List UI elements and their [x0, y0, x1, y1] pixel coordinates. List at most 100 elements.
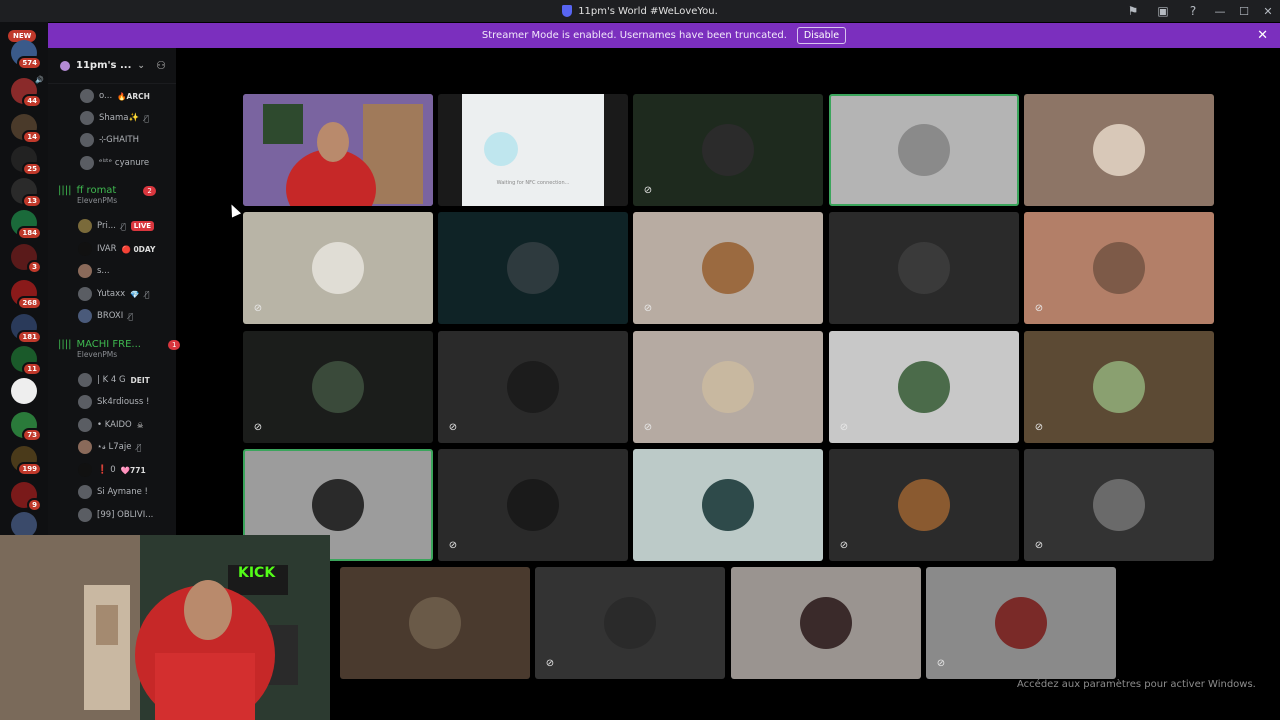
- server-icon[interactable]: 268: [11, 280, 42, 310]
- voice-member[interactable]: Yutaxx 💎 🎙̸: [78, 285, 149, 303]
- participant-tile[interactable]: [438, 212, 628, 324]
- server-icon[interactable]: 9: [11, 482, 42, 512]
- avatar: [78, 508, 92, 522]
- voice-member[interactable]: | K 4 G DEIT: [78, 371, 150, 389]
- server-icon[interactable]: 25: [11, 146, 42, 176]
- help-icon[interactable]: ?: [1178, 4, 1208, 18]
- server-icon[interactable]: 574: [11, 40, 42, 70]
- avatar: [78, 440, 92, 454]
- server-icon[interactable]: 199: [11, 446, 42, 476]
- participant-avatar: [312, 242, 364, 294]
- close-button[interactable]: ✕: [1256, 5, 1280, 18]
- participant-tile[interactable]: ⊘: [243, 212, 433, 324]
- server-name: 11pm's ...: [76, 60, 132, 71]
- voice-member[interactable]: ᵉˡᶦᵗᵉ cyanure: [80, 154, 149, 172]
- avatar: [78, 463, 92, 477]
- voice-member[interactable]: o... 🔥ARCH: [80, 87, 150, 105]
- voice-member[interactable]: s...: [78, 262, 110, 280]
- avatar: [78, 242, 92, 256]
- voice-member[interactable]: Shama✨ 🎙̸: [80, 109, 149, 127]
- participant-tile[interactable]: ⊘: [243, 331, 433, 443]
- voice-member[interactable]: ⊹GHAITH: [80, 131, 139, 149]
- voice-member[interactable]: • KAIDO ☠: [78, 416, 143, 434]
- participant-tile[interactable]: Waiting for NFC connection...: [438, 94, 628, 206]
- mic-muted-icon: ⊘: [545, 658, 555, 669]
- voice-member[interactable]: BROXI 🎙̸: [78, 307, 133, 325]
- mic-muted-icon: ⊘: [936, 658, 946, 669]
- participant-tile[interactable]: ⊘: [926, 567, 1116, 679]
- server-badge: 13: [22, 194, 42, 208]
- server-icon[interactable]: 3: [11, 244, 42, 274]
- voice-channel-name: MACHI FRE...: [76, 339, 141, 350]
- flag-icon[interactable]: ⚑: [1118, 4, 1148, 18]
- voice-channel[interactable]: |||| MACHI FRE... 1 ElevenPMs: [58, 339, 181, 359]
- server-badge: 73: [22, 428, 42, 442]
- participant-tile[interactable]: [633, 449, 823, 561]
- server-icon[interactable]: [11, 378, 37, 404]
- loading-icon: [484, 132, 518, 166]
- member-tag: 💎: [130, 289, 140, 299]
- participant-tile[interactable]: [829, 94, 1019, 206]
- participant-tile[interactable]: ⊘: [438, 331, 628, 443]
- participant-tile[interactable]: [829, 212, 1019, 324]
- add-member-icon[interactable]: ⚇: [156, 59, 166, 72]
- maximize-button[interactable]: ☐: [1232, 5, 1256, 18]
- participant-tile[interactable]: ⊘: [1024, 449, 1214, 561]
- participant-tile[interactable]: ⊘: [829, 449, 1019, 561]
- participant-avatar: [1093, 361, 1145, 413]
- voice-member[interactable]: [99] OBLIVI...: [78, 506, 153, 524]
- participant-tile[interactable]: [731, 567, 921, 679]
- voice-member[interactable]: ❗ 0 🩷771: [78, 461, 146, 479]
- server-icon[interactable]: 13: [11, 178, 42, 208]
- voice-member[interactable]: Sk4rdiouss !: [78, 393, 149, 411]
- server-icon[interactable]: 181: [11, 314, 42, 344]
- member-name: [99] OBLIVI...: [97, 510, 154, 520]
- participant-avatar: [1093, 479, 1145, 531]
- mic-muted-icon: ⊘: [253, 303, 263, 314]
- server-header[interactable]: 11pm's ... ⌄ ⚇: [48, 48, 176, 84]
- mic-muted-icon: 🎙̸: [144, 113, 149, 123]
- voice-member[interactable]: IVAR 🔴 0DAY: [78, 240, 155, 258]
- participant-avatar: [312, 479, 364, 531]
- voice-member[interactable]: ⋆𝓼 L7aje 🎙̸: [78, 438, 141, 456]
- participant-avatar: [995, 597, 1047, 649]
- minimize-button[interactable]: —: [1208, 5, 1232, 18]
- mic-muted-icon: ⊘: [1034, 303, 1044, 314]
- voice-channel[interactable]: |||| ff romat 2 ElevenPMs: [58, 185, 156, 205]
- screen-share-caption: Waiting for NFC connection...: [496, 180, 570, 186]
- participant-tile[interactable]: [243, 94, 433, 206]
- member-name: o...: [99, 91, 113, 101]
- member-tag: 🔥ARCH: [117, 91, 150, 101]
- mic-muted-icon: 🎙̸: [120, 221, 126, 231]
- avatar: [80, 89, 94, 103]
- member-name: Sk4rdiouss !: [97, 397, 150, 407]
- server-icon[interactable]: 🔊 44: [11, 76, 44, 108]
- participant-tile[interactable]: ⊘: [633, 94, 823, 206]
- participant-tile[interactable]: ⊘: [1024, 331, 1214, 443]
- streamer-webcam: KICK: [0, 535, 330, 720]
- participant-tile[interactable]: ⊘: [535, 567, 725, 679]
- server-icon[interactable]: 73: [11, 412, 42, 442]
- participant-tile[interactable]: ⊘: [1024, 212, 1214, 324]
- voice-member[interactable]: Si Aymane !: [78, 483, 148, 501]
- participant-avatar: [898, 361, 950, 413]
- participant-tile[interactable]: ⊘: [438, 449, 628, 561]
- voice-member[interactable]: Pri... 🎙̸ LIVE: [78, 217, 155, 235]
- participant-avatar: [409, 597, 461, 649]
- server-icon[interactable]: 11: [11, 346, 42, 376]
- server-icon[interactable]: 14: [11, 114, 42, 144]
- voice-channel-status: ElevenPMs: [77, 196, 118, 205]
- windows-activation-notice: Accédez aux paramètres pour activer Wind…: [1017, 679, 1256, 690]
- participant-tile[interactable]: ⊘: [633, 331, 823, 443]
- participant-tile[interactable]: [340, 567, 530, 679]
- participant-avatar: [898, 479, 950, 531]
- participant-tile[interactable]: ⊘: [633, 212, 823, 324]
- inbox-icon[interactable]: ▣: [1148, 4, 1178, 18]
- close-banner-icon[interactable]: ✕: [1257, 28, 1268, 43]
- member-name: BROXI: [97, 311, 124, 321]
- disable-streamer-mode-button[interactable]: Disable: [796, 27, 847, 44]
- participant-tile[interactable]: ⊘: [829, 331, 1019, 443]
- member-name: ᵉˡᶦᵗᵉ cyanure: [99, 158, 150, 168]
- server-icon[interactable]: 184: [11, 210, 42, 240]
- participant-tile[interactable]: [1024, 94, 1214, 206]
